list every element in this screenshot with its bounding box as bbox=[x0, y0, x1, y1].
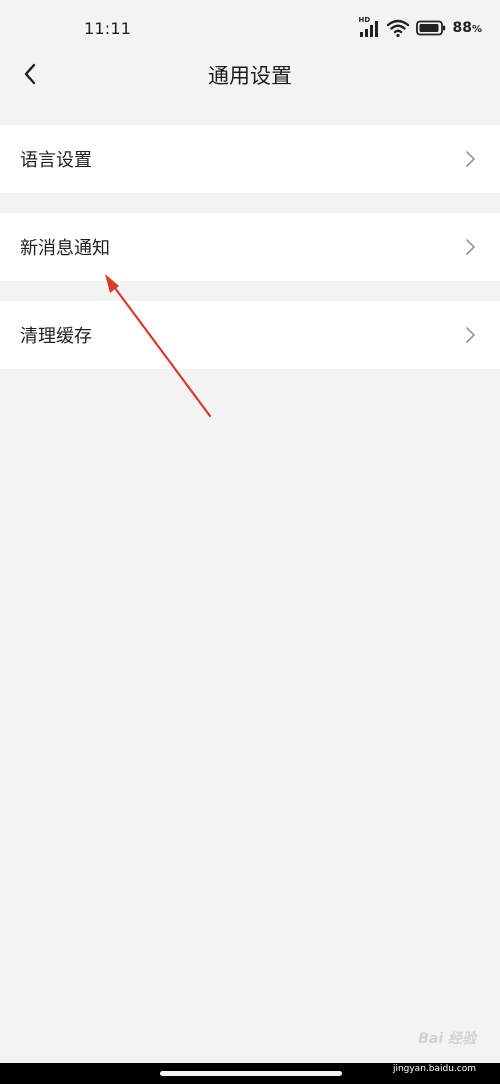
wifi-icon bbox=[386, 18, 410, 38]
settings-item-language[interactable]: 语言设置 bbox=[0, 125, 500, 193]
chevron-right-icon bbox=[466, 239, 475, 255]
settings-item-clear-cache[interactable]: 清理缓存 bbox=[0, 301, 500, 369]
settings-item-label: 清理缓存 bbox=[20, 326, 92, 347]
settings-item-label: 语言设置 bbox=[20, 150, 92, 171]
page-title: 通用设置 bbox=[208, 64, 292, 88]
settings-item-label: 新消息通知 bbox=[20, 238, 110, 259]
home-indicator[interactable] bbox=[160, 1071, 342, 1076]
battery-percent: 88% bbox=[452, 20, 482, 36]
watermark-logo: Bai 经验 bbox=[418, 1031, 476, 1047]
settings-item-notifications[interactable]: 新消息通知 bbox=[0, 213, 500, 281]
status-icons: HD 88% bbox=[358, 16, 482, 38]
battery-icon bbox=[416, 20, 446, 36]
chevron-right-icon bbox=[466, 327, 475, 343]
header: 通用设置 bbox=[0, 46, 500, 106]
signal-icon: HD bbox=[358, 16, 380, 38]
status-time: 11:11 bbox=[84, 19, 132, 38]
watermark-url: jingyan.baidu.com bbox=[392, 1064, 476, 1074]
chevron-right-icon bbox=[466, 151, 475, 167]
